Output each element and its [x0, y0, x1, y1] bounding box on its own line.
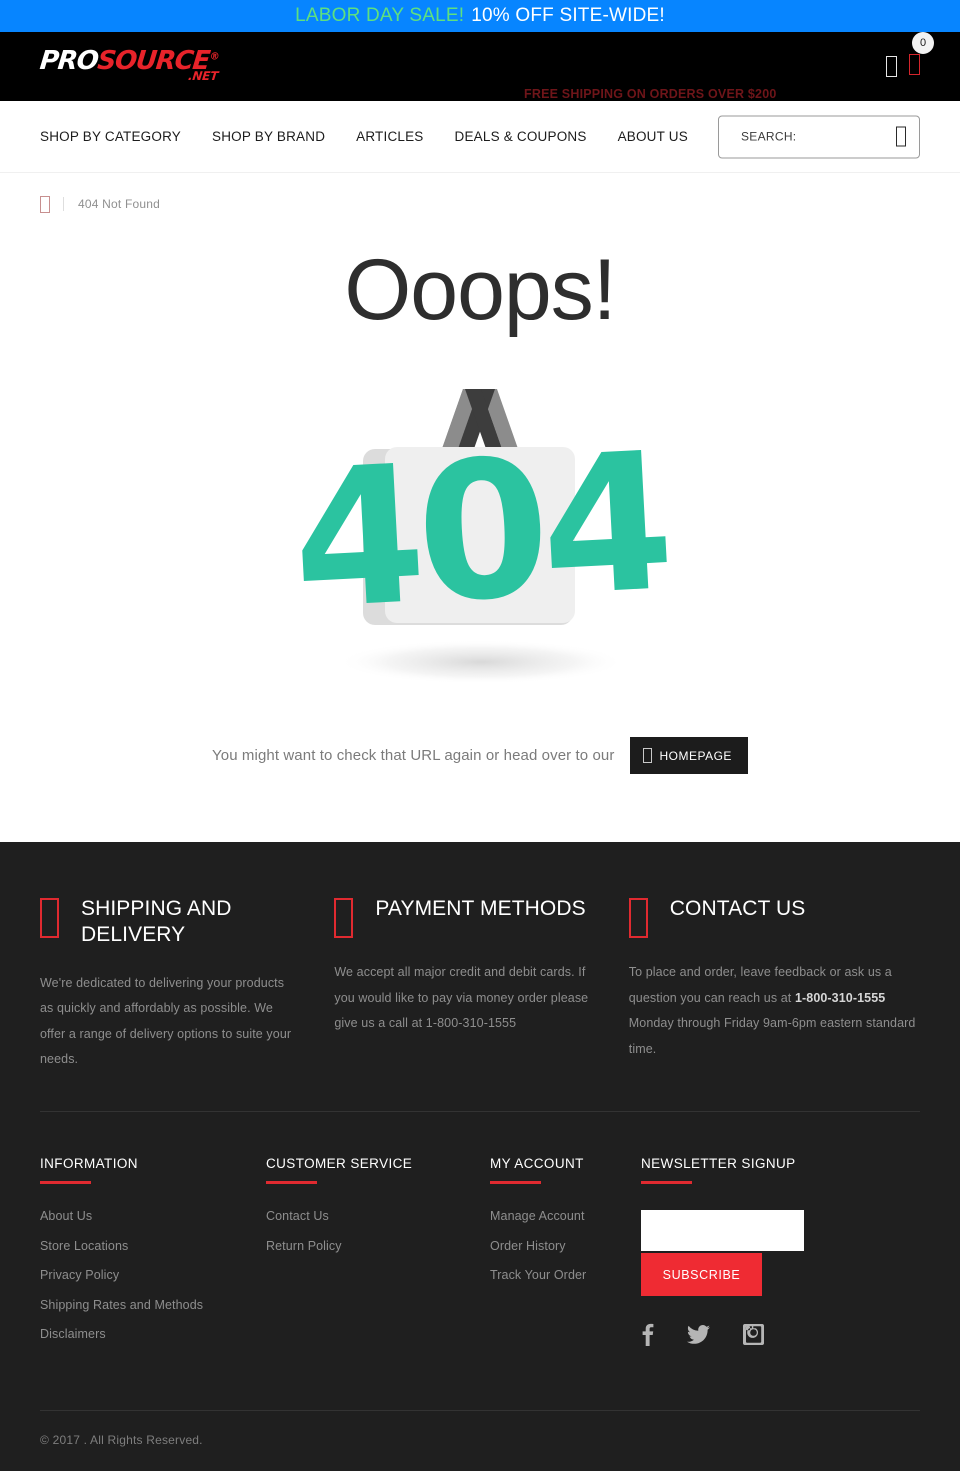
footer-copyright: © 2017 . All Rights Reserved. [40, 1409, 920, 1471]
footer-column-my-account: MY ACCOUNT Manage Account Order History … [490, 1156, 641, 1358]
footer-info-blocks: SHIPPING AND DELIVERY We're dedicated to… [40, 842, 920, 1111]
nav-item-articles[interactable]: ARTICLES [356, 129, 423, 144]
nav-item-deals-coupons[interactable]: DEALS & COUPONS [455, 129, 587, 144]
footer-column-title: MY ACCOUNT [490, 1156, 584, 1171]
footer-block-shipping: SHIPPING AND DELIVERY We're dedicated to… [40, 896, 332, 1073]
home-icon [643, 748, 653, 763]
instagram-icon[interactable] [743, 1323, 764, 1345]
footer-column-title: NEWSLETTER SIGNUP [641, 1156, 796, 1171]
logo-registered-mark: ® [209, 50, 220, 62]
contact-text-post: Monday through Friday 9am-6pm eastern st… [628, 1016, 916, 1056]
nav-link-list: SHOP BY CATEGORY SHOP BY BRAND ARTICLES … [40, 129, 688, 144]
footer-link-manage-account[interactable]: Manage Account [490, 1210, 641, 1223]
footer-link-shipping-rates[interactable]: Shipping Rates and Methods [40, 1298, 266, 1312]
footer-block-body: We're dedicated to delivering your produ… [40, 975, 292, 1067]
footer-block-payment: PAYMENT METHODS We accept all major cred… [334, 896, 626, 1073]
page-title: Ooops! [344, 242, 616, 338]
footer-column-rule [641, 1181, 692, 1184]
nav-item-shop-by-category[interactable]: SHOP BY CATEGORY [40, 129, 181, 144]
error-code-digits: 404 [287, 411, 671, 651]
free-shipping-notice: FREE SHIPPING ON ORDERS OVER $200 [524, 87, 777, 101]
search-icon[interactable] [896, 126, 906, 147]
search-input[interactable] [741, 129, 896, 144]
contact-phone-number: 1-800-310-1555 [794, 990, 886, 1005]
footer-block-contact: CONTACT US To place and order, leave fee… [628, 896, 920, 1073]
breadcrumb: 404 Not Found [0, 173, 960, 235]
footer-link-order-history[interactable]: Order History [490, 1239, 641, 1253]
footer-link-disclaimers[interactable]: Disclaimers [40, 1328, 266, 1341]
error-page-content: Ooops! 404 You might want to check that … [0, 247, 960, 842]
twitter-icon[interactable] [687, 1324, 710, 1344]
footer-link-return-policy[interactable]: Return Policy [266, 1239, 490, 1253]
footer-link-privacy-policy[interactable]: Privacy Policy [40, 1269, 266, 1282]
nav-item-about-us[interactable]: ABOUT US [618, 129, 688, 144]
error-hint-text: You might want to check that URL again o… [212, 747, 615, 764]
footer-block-body: To place and order, leave feedback or as… [629, 960, 920, 1063]
site-header: PROSOURCE® .NET FREE SHIPPING ON ORDERS … [0, 31, 960, 101]
footer-column-customer-service: CUSTOMER SERVICE Contact Us Return Polic… [266, 1156, 490, 1358]
facebook-icon[interactable] [641, 1322, 654, 1346]
cart-count-badge: 0 [912, 31, 934, 54]
footer-column-rule [490, 1181, 541, 1184]
promo-banner[interactable]: LABOR DAY SALE! 10% OFF SITE-WIDE! [0, 0, 960, 32]
footer-link-store-locations[interactable]: Store Locations [40, 1239, 266, 1253]
user-icon[interactable] [886, 56, 897, 77]
footer-column-information: INFORMATION About Us Store Locations Pri… [40, 1156, 266, 1358]
footer-block-header: CONTACT US [628, 896, 920, 938]
footer-block-title: PAYMENT METHODS [375, 897, 586, 920]
error-hint-row: You might want to check that URL again o… [0, 737, 960, 830]
footer-block-header: SHIPPING AND DELIVERY [40, 896, 294, 949]
footer-column-rule [40, 1181, 91, 1184]
footer-link-about-us[interactable]: About Us [40, 1210, 266, 1223]
footer-link-track-your-order[interactable]: Track Your Order [490, 1269, 641, 1282]
site-logo[interactable]: PROSOURCE® .NET [38, 46, 220, 83]
footer-column-rule [266, 1181, 317, 1184]
home-icon[interactable] [40, 195, 50, 213]
footer-block-body: We accept all major credit and debit car… [334, 965, 589, 1031]
promo-rest: 10% OFF SITE-WIDE! [471, 5, 665, 26]
cart-button[interactable]: 0 [909, 31, 934, 80]
breadcrumb-current: 404 Not Found [78, 197, 160, 211]
error-illustration-wrap: 404 [0, 379, 960, 699]
footer-link-contact-us[interactable]: Contact Us [266, 1210, 490, 1223]
homepage-button[interactable]: HOMEPAGE [630, 737, 748, 774]
credit-card-icon [334, 898, 354, 938]
footer-block-title: CONTACT US [669, 897, 806, 920]
truck-icon [40, 898, 59, 938]
homepage-button-label: HOMEPAGE [659, 748, 732, 763]
main-navigation: SHOP BY CATEGORY SHOP BY BRAND ARTICLES … [0, 101, 960, 173]
footer-block-title: SHIPPING AND DELIVERY [81, 897, 232, 947]
promo-highlight: LABOR DAY SALE! [295, 5, 465, 26]
breadcrumb-separator [63, 197, 64, 211]
phone-icon [628, 898, 648, 938]
footer-link-columns: INFORMATION About Us Store Locations Pri… [40, 1112, 920, 1410]
header-icon-group: 0 [886, 31, 934, 80]
404-shopping-bag-illustration: 404 [287, 389, 671, 684]
footer-column-title: INFORMATION [40, 1156, 138, 1171]
social-links [641, 1322, 920, 1346]
logo-net-suffix: .NET [187, 68, 219, 83]
footer-column-newsletter: NEWSLETTER SIGNUP SUBSCRIBE [641, 1156, 920, 1358]
search-box[interactable] [718, 115, 920, 158]
footer-block-header: PAYMENT METHODS [334, 896, 588, 938]
newsletter-email-input[interactable] [641, 1210, 804, 1251]
subscribe-button[interactable]: SUBSCRIBE [641, 1253, 762, 1296]
footer-column-title: CUSTOMER SERVICE [266, 1156, 413, 1171]
site-footer: SHIPPING AND DELIVERY We're dedicated to… [0, 842, 960, 1471]
cart-icon [909, 53, 920, 75]
nav-item-shop-by-brand[interactable]: SHOP BY BRAND [212, 129, 325, 144]
